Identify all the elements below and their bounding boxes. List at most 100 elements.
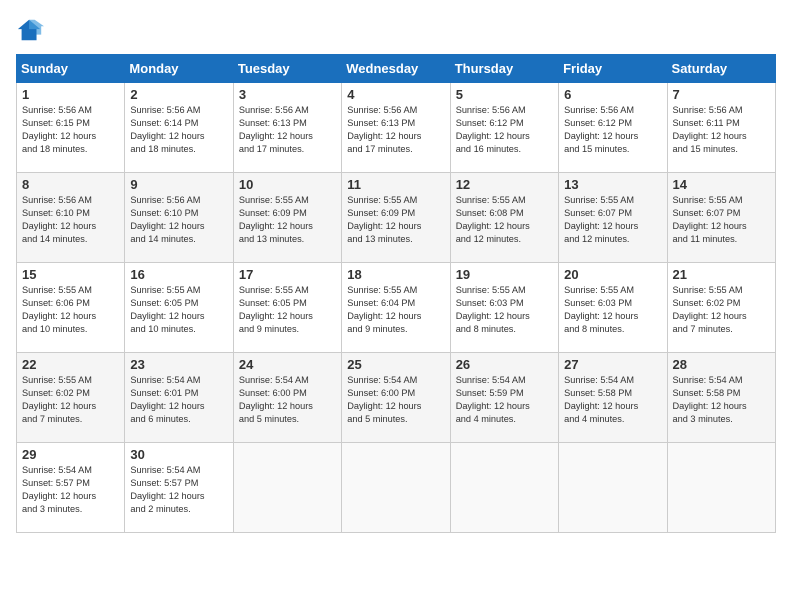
cell-content: Sunrise: 5:56 AMSunset: 6:11 PMDaylight:… [673,104,770,156]
day-number: 7 [673,87,770,102]
calendar-cell: 18 Sunrise: 5:55 AMSunset: 6:04 PMDayligh… [342,263,450,353]
calendar-cell [233,443,341,533]
calendar-cell [667,443,775,533]
calendar-cell: 17Sunrise: 5:55 AMSunset: 6:05 PMDayligh… [233,263,341,353]
cell-content: Sunrise: 5:56 AMSunset: 6:13 PMDaylight:… [347,104,444,156]
calendar-header-friday: Friday [559,55,667,83]
calendar-cell: 30 Sunrise: 5:54 AMSunset: 5:57 PMDayligh… [125,443,233,533]
cell-content: Sunrise: 5:55 AMSunset: 6:04 PMDaylight:… [347,284,444,336]
day-number: 25 [347,357,444,372]
calendar-cell: 19Sunrise: 5:55 AMSunset: 6:03 PMDayligh… [450,263,558,353]
calendar-cell: 6 Sunrise: 5:56 AMSunset: 6:12 PMDaylight… [559,83,667,173]
calendar-cell: 5 Sunrise: 5:56 AMSunset: 6:12 PMDaylight… [450,83,558,173]
day-number: 12 [456,177,553,192]
calendar-cell: 8Sunrise: 5:56 AMSunset: 6:10 PMDaylight… [17,173,125,263]
day-number: 22 [22,357,119,372]
calendar-cell: 3 Sunrise: 5:56 AMSunset: 6:13 PMDaylight… [233,83,341,173]
day-number: 5 [456,87,553,102]
calendar-header-saturday: Saturday [667,55,775,83]
day-number: 28 [673,357,770,372]
cell-content: Sunrise: 5:56 AMSunset: 6:10 PMDaylight:… [130,194,227,246]
calendar-cell: 22 Sunrise: 5:55 AMSunset: 6:02 PMDayligh… [17,353,125,443]
cell-content: Sunrise: 5:56 AMSunset: 6:10 PMDaylight:… [22,194,119,246]
cell-content: Sunrise: 5:55 AMSunset: 6:09 PMDaylight:… [239,194,336,246]
day-number: 17 [239,267,336,282]
day-number: 18 [347,267,444,282]
day-number: 6 [564,87,661,102]
calendar-cell [559,443,667,533]
day-number: 29 [22,447,119,462]
calendar-cell: 21 Sunrise: 5:55 AMSunset: 6:02 PMDayligh… [667,263,775,353]
calendar-week-row: 22 Sunrise: 5:55 AMSunset: 6:02 PMDayligh… [17,353,776,443]
cell-content: Sunrise: 5:56 AMSunset: 6:13 PMDaylight:… [239,104,336,156]
cell-content: Sunrise: 5:55 AMSunset: 6:07 PMDaylight:… [564,194,661,246]
day-number: 4 [347,87,444,102]
day-number: 2 [130,87,227,102]
day-number: 11 [347,177,444,192]
calendar-cell: 13Sunrise: 5:55 AMSunset: 6:07 PMDayligh… [559,173,667,263]
day-number: 9 [130,177,227,192]
logo-icon [16,16,44,44]
cell-content: Sunrise: 5:55 AMSunset: 6:09 PMDaylight:… [347,194,444,246]
day-number: 16 [130,267,227,282]
page-header [16,16,776,44]
calendar-cell: 23 Sunrise: 5:54 AMSunset: 6:01 PMDayligh… [125,353,233,443]
cell-content: Sunrise: 5:56 AMSunset: 6:15 PMDaylight:… [22,104,119,156]
calendar-cell: 29 Sunrise: 5:54 AMSunset: 5:57 PMDayligh… [17,443,125,533]
day-number: 21 [673,267,770,282]
calendar-cell: 2 Sunrise: 5:56 AMSunset: 6:14 PMDaylight… [125,83,233,173]
cell-content: Sunrise: 5:55 AMSunset: 6:07 PMDaylight:… [673,194,770,246]
calendar-cell: 16 Sunrise: 5:55 AMSunset: 6:05 PMDayligh… [125,263,233,353]
calendar-cell: 4 Sunrise: 5:56 AMSunset: 6:13 PMDaylight… [342,83,450,173]
cell-content: Sunrise: 5:56 AMSunset: 6:14 PMDaylight:… [130,104,227,156]
calendar-week-row: 29 Sunrise: 5:54 AMSunset: 5:57 PMDayligh… [17,443,776,533]
calendar-cell: 15Sunrise: 5:55 AMSunset: 6:06 PMDayligh… [17,263,125,353]
cell-content: Sunrise: 5:54 AMSunset: 5:57 PMDaylight:… [22,464,119,516]
calendar-week-row: 1 Sunrise: 5:56 AMSunset: 6:15 PMDaylight… [17,83,776,173]
day-number: 24 [239,357,336,372]
day-number: 23 [130,357,227,372]
calendar-cell: 7 Sunrise: 5:56 AMSunset: 6:11 PMDaylight… [667,83,775,173]
calendar-cell: 27Sunrise: 5:54 AMSunset: 5:58 PMDayligh… [559,353,667,443]
cell-content: Sunrise: 5:55 AMSunset: 6:08 PMDaylight:… [456,194,553,246]
calendar-cell: 10 Sunrise: 5:55 AMSunset: 6:09 PMDayligh… [233,173,341,263]
cell-content: Sunrise: 5:55 AMSunset: 6:05 PMDaylight:… [130,284,227,336]
cell-content: Sunrise: 5:55 AMSunset: 6:02 PMDaylight:… [673,284,770,336]
calendar-header-sunday: Sunday [17,55,125,83]
calendar-cell: 14 Sunrise: 5:55 AMSunset: 6:07 PMDayligh… [667,173,775,263]
calendar-header-row: SundayMondayTuesdayWednesdayThursdayFrid… [17,55,776,83]
calendar-table: SundayMondayTuesdayWednesdayThursdayFrid… [16,54,776,533]
calendar-cell: 1 Sunrise: 5:56 AMSunset: 6:15 PMDaylight… [17,83,125,173]
calendar-cell [450,443,558,533]
calendar-cell: 20 Sunrise: 5:55 AMSunset: 6:03 PMDayligh… [559,263,667,353]
calendar-cell: 25Sunrise: 5:54 AMSunset: 6:00 PMDayligh… [342,353,450,443]
calendar-cell: 9 Sunrise: 5:56 AMSunset: 6:10 PMDaylight… [125,173,233,263]
day-number: 27 [564,357,661,372]
cell-content: Sunrise: 5:56 AMSunset: 6:12 PMDaylight:… [564,104,661,156]
calendar-cell: 28 Sunrise: 5:54 AMSunset: 5:58 PMDayligh… [667,353,775,443]
cell-content: Sunrise: 5:54 AMSunset: 6:01 PMDaylight:… [130,374,227,426]
cell-content: Sunrise: 5:55 AMSunset: 6:02 PMDaylight:… [22,374,119,426]
day-number: 10 [239,177,336,192]
day-number: 26 [456,357,553,372]
day-number: 14 [673,177,770,192]
cell-content: Sunrise: 5:56 AMSunset: 6:12 PMDaylight:… [456,104,553,156]
cell-content: Sunrise: 5:55 AMSunset: 6:06 PMDaylight:… [22,284,119,336]
cell-content: Sunrise: 5:54 AMSunset: 5:58 PMDaylight:… [673,374,770,426]
cell-content: Sunrise: 5:55 AMSunset: 6:03 PMDaylight:… [564,284,661,336]
calendar-header-monday: Monday [125,55,233,83]
cell-content: Sunrise: 5:54 AMSunset: 5:57 PMDaylight:… [130,464,227,516]
calendar-cell: 26 Sunrise: 5:54 AMSunset: 5:59 PMDayligh… [450,353,558,443]
cell-content: Sunrise: 5:54 AMSunset: 5:59 PMDaylight:… [456,374,553,426]
day-number: 3 [239,87,336,102]
calendar-cell [342,443,450,533]
calendar-header-tuesday: Tuesday [233,55,341,83]
calendar-header-wednesday: Wednesday [342,55,450,83]
cell-content: Sunrise: 5:54 AMSunset: 6:00 PMDaylight:… [239,374,336,426]
day-number: 19 [456,267,553,282]
logo [16,16,48,44]
day-number: 30 [130,447,227,462]
calendar-cell: 11 Sunrise: 5:55 AMSunset: 6:09 PMDayligh… [342,173,450,263]
day-number: 20 [564,267,661,282]
day-number: 1 [22,87,119,102]
